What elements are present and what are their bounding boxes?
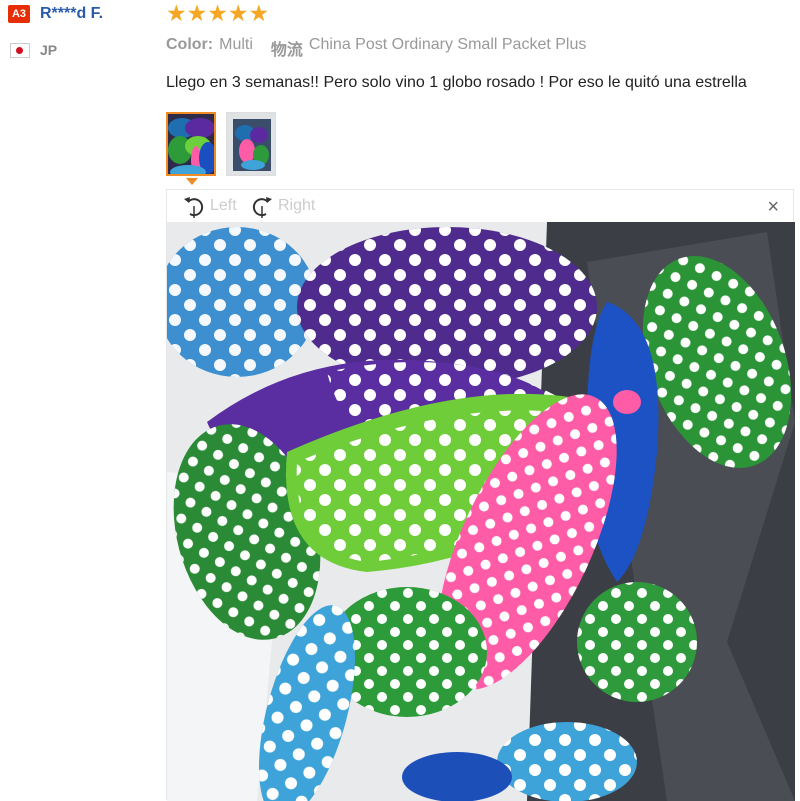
shipping-value: China Post Ordinary Small Packet Plus [308, 36, 587, 53]
rotate-right-button[interactable]: Right [249, 193, 315, 219]
star-icon: ★ [207, 0, 228, 26]
reviewer-name[interactable]: R****d F. [40, 5, 103, 23]
rotate-left-label: Left [210, 197, 237, 214]
japan-flag-icon [10, 42, 30, 58]
star-icon: ★ [186, 0, 208, 26]
balloons-thumbnail-2[interactable] [226, 112, 276, 176]
rotate-left-button[interactable]: Left [181, 193, 237, 219]
rotate-right-label: Right [278, 197, 316, 214]
balloons-thumbnail-1[interactable] [166, 112, 216, 176]
reviewer-badge: A3 [8, 5, 30, 23]
image-viewer: Left Right × [166, 189, 795, 801]
rotate-right-icon [252, 197, 272, 218]
thumbnail-selected-caret [186, 178, 198, 185]
star-icon: ★ [248, 0, 270, 26]
rating-stars: ★ ★ ★ ★ ★ [166, 0, 269, 26]
polka-dot-balloons-photo [167, 222, 795, 801]
shipping-label: 物流 [270, 42, 303, 59]
color-label: Color: [166, 36, 214, 53]
star-icon: ★ [166, 0, 187, 26]
color-value: Multi [219, 36, 253, 53]
review-meta: Color: Multi 物流 China Post Ordinary Smal… [166, 36, 586, 60]
star-icon: ★ [227, 0, 249, 26]
viewer-toolbar: Left Right × [167, 190, 793, 222]
close-icon[interactable]: × [767, 196, 779, 219]
rotate-left-icon [184, 197, 204, 218]
review-text: Llego en 3 semanas!! Pero solo vino 1 gl… [166, 74, 747, 91]
reviewer-country: JP [10, 42, 57, 58]
country-code: JP [40, 42, 58, 58]
